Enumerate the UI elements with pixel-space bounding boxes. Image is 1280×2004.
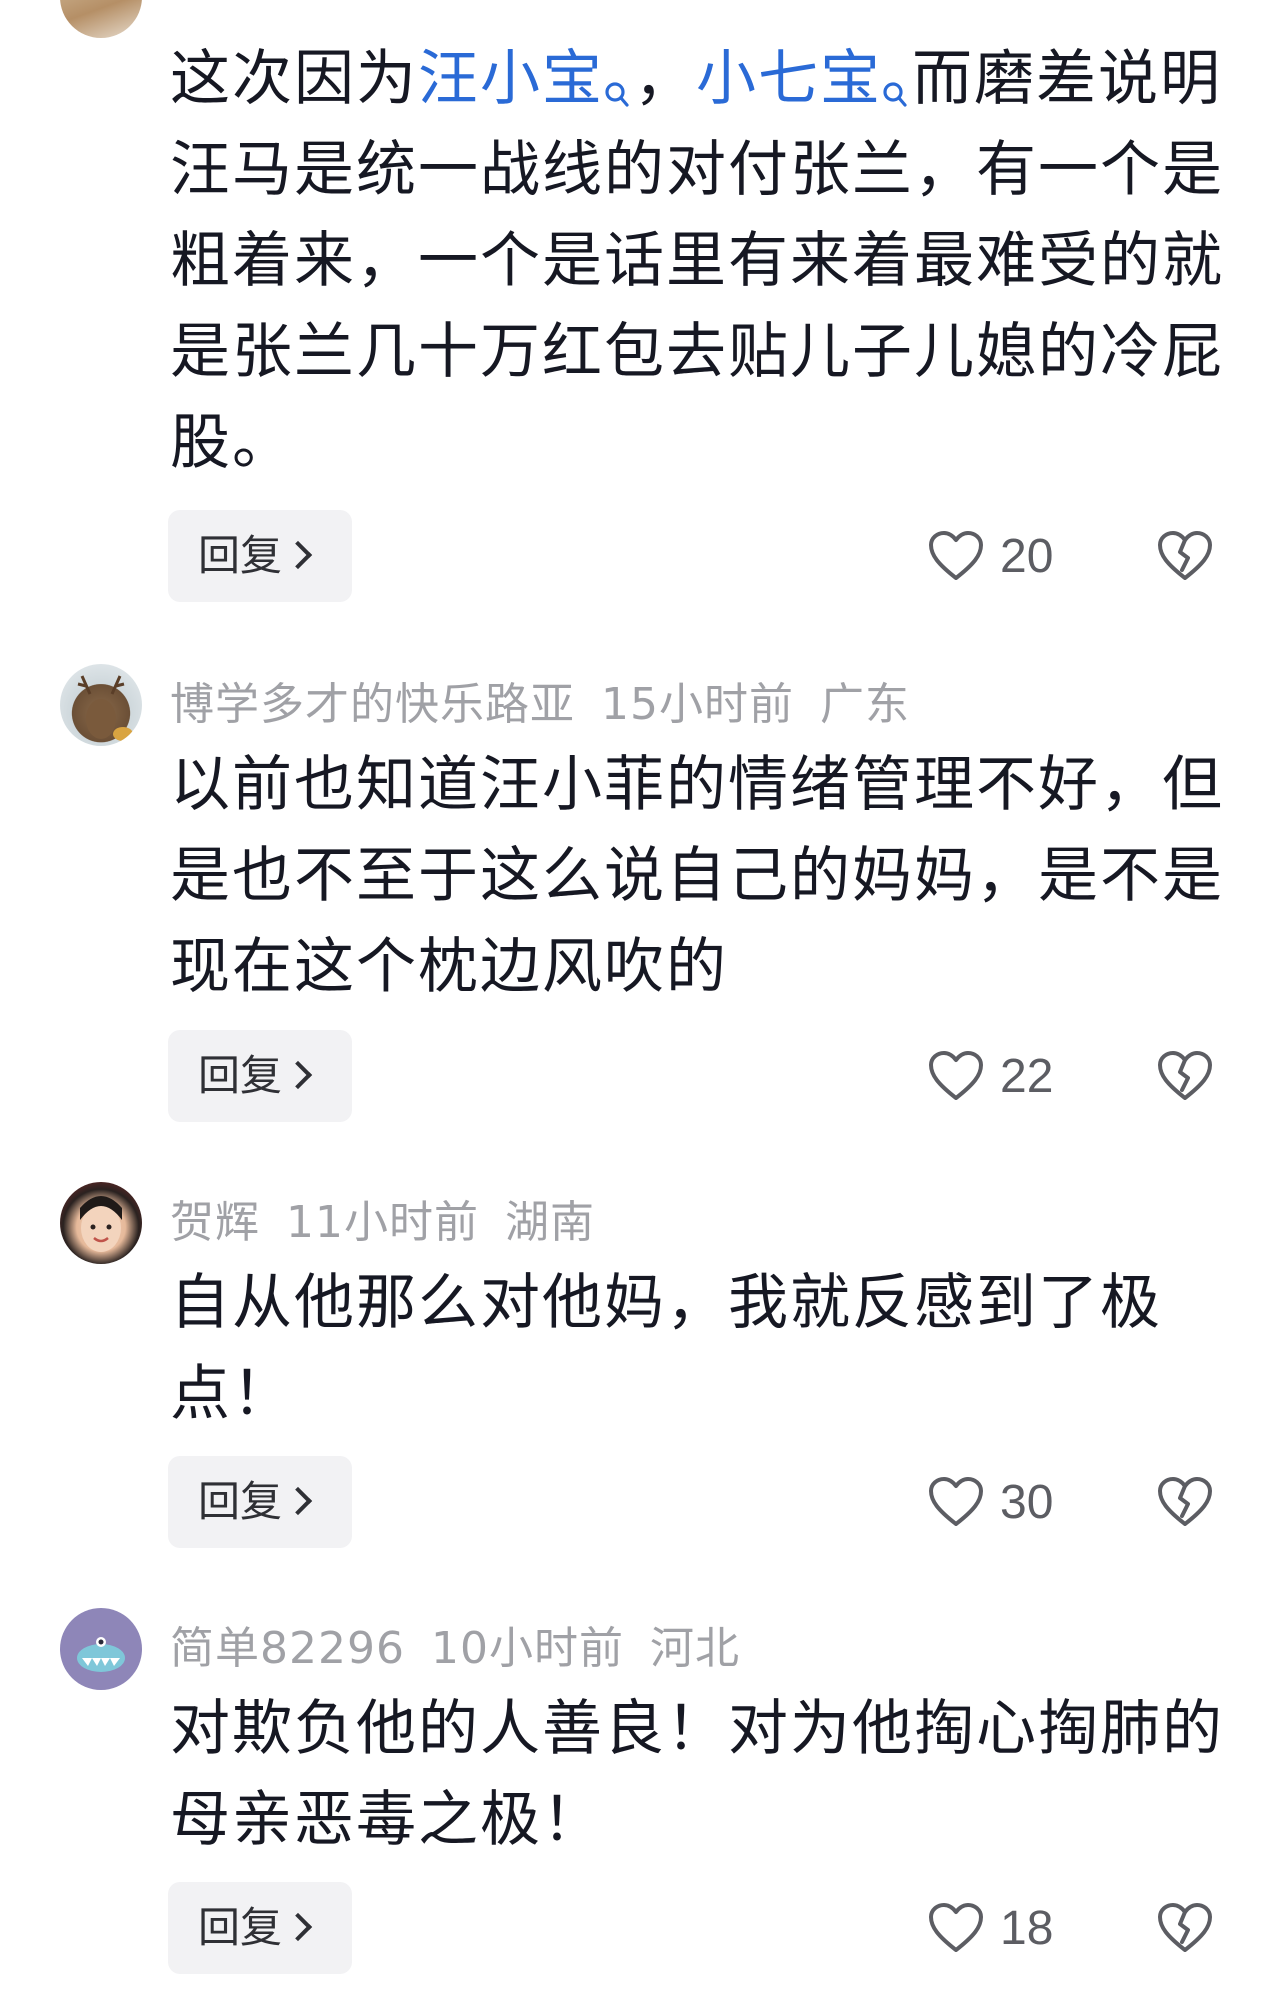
- dislike-button[interactable]: [1157, 510, 1213, 602]
- like-button[interactable]: 20: [928, 510, 1053, 602]
- chevron-right-icon: [283, 540, 313, 569]
- like-button[interactable]: 18: [928, 1882, 1053, 1974]
- comment-meta: 简单82296 10小时前 河北: [170, 1612, 766, 1676]
- avatar[interactable]: [60, 1608, 142, 1690]
- heart-outline-icon: [929, 1051, 983, 1100]
- location: 湖南: [505, 1197, 595, 1248]
- chevron-right-icon: [283, 1060, 313, 1089]
- reply-button[interactable]: 回复: [168, 1882, 352, 1974]
- dislike-button[interactable]: [1157, 1456, 1213, 1548]
- face-avatar-icon: [80, 1196, 122, 1252]
- dislike-button[interactable]: [1157, 1882, 1213, 1974]
- location: 广东: [820, 679, 910, 730]
- avatar[interactable]: [60, 664, 142, 746]
- comment-meta: 博学多才的快乐路亚 15小时前 广东: [170, 668, 936, 732]
- mention-link[interactable]: 小七宝: [696, 44, 912, 114]
- timestamp: 11小时前: [286, 1197, 479, 1248]
- comment-text: 对欺负他的人善良！对为他掏心掏肺的母亲恶毒之极！: [170, 1694, 1224, 1855]
- timestamp: 10小时前: [430, 1623, 624, 1674]
- chevron-right-icon: [283, 1912, 313, 1941]
- like-count: 18: [1000, 1901, 1054, 1955]
- mention-link[interactable]: 汪小宝: [418, 44, 634, 114]
- deer-avatar-icon: [77, 675, 133, 741]
- reply-button[interactable]: 回复: [168, 1030, 352, 1122]
- broken-heart-icon: [1158, 531, 1212, 580]
- avatar[interactable]: [60, 1182, 142, 1264]
- dislike-button[interactable]: [1157, 1030, 1213, 1122]
- heart-outline-icon: [929, 1477, 983, 1526]
- monster-avatar-icon: [77, 1637, 125, 1672]
- comment-text: 以前也知道汪小菲的情绪管理不好，但是也不至于这么说自己的妈妈，是不是现在这个枕边…: [170, 750, 1224, 1002]
- comment-text: 自从他那么对他妈，我就反感到了极点！: [170, 1268, 1162, 1429]
- like-button[interactable]: 22: [928, 1030, 1053, 1122]
- search-icon: [604, 46, 630, 107]
- like-count: 30: [1000, 1475, 1054, 1529]
- location: 河北: [649, 1623, 740, 1674]
- heart-outline-icon: [929, 1903, 983, 1952]
- comment-text: 这次因为汪小宝 ，小七宝 而磨差说明汪马是统一战线的对付张兰，有一个是粗着来，一个是…: [170, 44, 1224, 478]
- username[interactable]: 贺辉: [170, 1197, 260, 1248]
- avatar[interactable]: [60, 0, 142, 38]
- comment-meta: 贺辉 11小时前 湖南: [170, 1186, 621, 1250]
- broken-heart-icon: [1158, 1903, 1212, 1952]
- reply-button[interactable]: 回复: [168, 510, 352, 602]
- search-icon: [882, 46, 908, 107]
- username[interactable]: 简单82296: [170, 1623, 405, 1674]
- like-button[interactable]: 30: [928, 1456, 1053, 1548]
- username[interactable]: 博学多才的快乐路亚: [170, 679, 575, 730]
- heart-outline-icon: [929, 531, 983, 580]
- reply-button[interactable]: 回复: [168, 1456, 352, 1548]
- timestamp: 15小时前: [601, 679, 794, 730]
- like-count: 22: [1000, 1049, 1054, 1103]
- like-count: 20: [1000, 529, 1054, 583]
- chevron-right-icon: [283, 1486, 313, 1515]
- broken-heart-icon: [1158, 1051, 1212, 1100]
- broken-heart-icon: [1158, 1477, 1212, 1526]
